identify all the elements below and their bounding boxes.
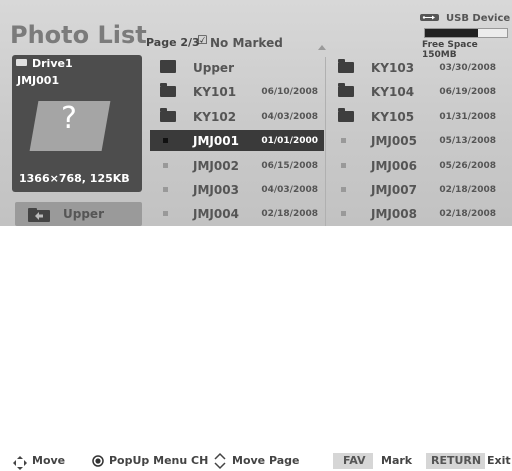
- file-grid: Upper KY101 06/10/2008 KY102 04/03/2008 JMJ00…: [150, 57, 504, 229]
- folder-item[interactable]: KY104 06/19/2008: [328, 81, 502, 102]
- drive-label: Drive1: [32, 57, 73, 70]
- folder-up-icon: [160, 60, 176, 73]
- item-name: JMJ006: [371, 158, 417, 173]
- folder-icon: [338, 59, 354, 73]
- item-name: JMJ005: [371, 134, 417, 149]
- photo-file-icon: [163, 138, 168, 144]
- item-date: 02/18/2008: [261, 209, 318, 220]
- item-name: KY105: [371, 109, 415, 124]
- photo-item[interactable]: JMJ004 02/18/2008: [150, 203, 324, 224]
- folder-item[interactable]: KY102 04/03/2008: [150, 106, 324, 127]
- ch-label: CH: [191, 454, 209, 467]
- mark-hint: Mark: [381, 454, 413, 467]
- drive-icon: [16, 59, 27, 66]
- photo-file-icon: [341, 162, 346, 168]
- exit-hint: Exit: [487, 454, 511, 467]
- four-way-arrow-icon: [13, 456, 27, 470]
- item-date: 06/10/2008: [261, 87, 318, 98]
- photo-item[interactable]: JMJ003 04/03/2008: [150, 179, 324, 200]
- item-date: 05/13/2008: [439, 136, 496, 147]
- item-name: Upper: [193, 61, 234, 75]
- item-date: 01/01/2000: [261, 136, 318, 147]
- item-name: KY103: [371, 61, 415, 75]
- free-space-bar-fill: [425, 29, 479, 37]
- folder-icon: [160, 107, 176, 122]
- return-key-label: RETURN: [431, 454, 482, 467]
- upper-button-label: Upper: [63, 207, 104, 221]
- photo-item[interactable]: JMJ005 05/13/2008: [328, 130, 502, 151]
- item-date: 01/31/2008: [439, 111, 496, 122]
- usb-icon: [420, 14, 439, 21]
- folder-icon: [160, 83, 176, 98]
- move-page-hint: Move Page: [232, 454, 300, 467]
- photo-file-icon: [341, 187, 346, 192]
- item-name: JMJ003: [193, 183, 239, 197]
- photo-item[interactable]: JMJ007 02/18/2008: [328, 179, 502, 200]
- upper-folder-item[interactable]: Upper: [150, 57, 324, 78]
- photo-info: 1366×768, 125KB: [19, 172, 130, 185]
- item-date: 02/18/2008: [439, 185, 496, 195]
- item-name: JMJ001: [193, 134, 239, 149]
- item-date: 02/18/2008: [439, 209, 496, 220]
- marked-check-icon: ☑: [197, 33, 208, 47]
- item-date: 06/19/2008: [439, 87, 496, 98]
- photo-file-icon: [341, 211, 346, 217]
- item-name: KY102: [193, 109, 237, 124]
- fav-key-label: FAV: [343, 454, 366, 467]
- item-name: JMJ002: [193, 158, 239, 173]
- up-down-chevron-icon: [214, 452, 226, 470]
- folder-item[interactable]: KY103 03/30/2008: [328, 57, 502, 78]
- folder-icon: [338, 107, 354, 122]
- preview-file-name: JMJ001: [17, 74, 60, 87]
- photo-item[interactable]: JMJ001 01/01/2000: [150, 130, 324, 152]
- item-date: 03/30/2008: [439, 63, 496, 73]
- help-bar: Move PopUp Menu CH Move Page FAV Mark RE…: [0, 226, 512, 470]
- item-date: 04/03/2008: [261, 111, 318, 122]
- item-name: KY104: [371, 85, 415, 100]
- unknown-thumbnail-icon: ?: [61, 101, 77, 136]
- item-date: 06/15/2008: [261, 160, 318, 171]
- photo-item[interactable]: JMJ002 06/15/2008: [150, 155, 324, 176]
- marked-status: No Marked: [210, 36, 283, 50]
- item-name: JMJ007: [371, 183, 417, 197]
- photo-file-icon: [163, 162, 168, 168]
- move-hint: Move: [32, 454, 66, 467]
- folder-icon: [338, 83, 354, 98]
- folder-up-icon: [28, 208, 50, 222]
- photo-file-icon: [341, 138, 346, 144]
- photo-item[interactable]: JMJ008 02/18/2008: [328, 203, 502, 224]
- item-date: 05/26/2008: [439, 160, 496, 171]
- item-name: JMJ008: [371, 207, 417, 222]
- scroll-up-icon[interactable]: [318, 45, 326, 50]
- ok-button-icon: [92, 455, 104, 467]
- folder-item[interactable]: KY105 01/31/2008: [328, 106, 502, 127]
- upper-button[interactable]: Upper: [15, 202, 142, 226]
- usb-device-label: USB Device: [446, 13, 511, 24]
- folder-item[interactable]: KY101 06/10/2008: [150, 81, 324, 102]
- item-name: KY101: [193, 85, 237, 100]
- photo-list-screen: Photo List Page 2/3 ☑ No Marked USB Devi…: [0, 0, 512, 229]
- photo-file-icon: [163, 211, 168, 217]
- photo-item[interactable]: JMJ006 05/26/2008: [328, 155, 502, 176]
- item-date: 04/03/2008: [261, 185, 318, 195]
- free-space-bar: [424, 28, 508, 38]
- page-info: Page 2/3: [146, 36, 200, 49]
- page-title: Photo List: [10, 21, 147, 49]
- popup-menu-hint: PopUp Menu: [109, 454, 188, 467]
- photo-file-icon: [163, 187, 168, 192]
- item-name: JMJ004: [193, 207, 239, 222]
